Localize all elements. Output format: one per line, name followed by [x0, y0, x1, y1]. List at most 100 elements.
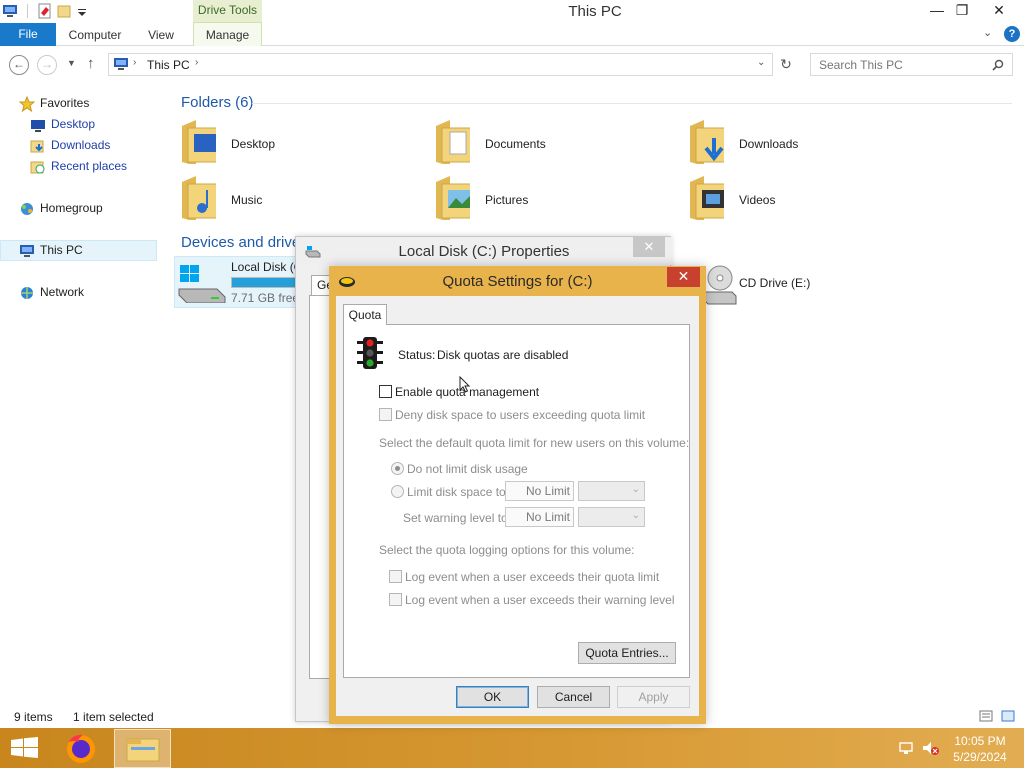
warning-level-label: Set warning level to	[403, 511, 508, 525]
downloads-folder-icon	[690, 120, 724, 164]
nav-network[interactable]: Network	[19, 282, 84, 302]
computer-icon	[20, 244, 34, 257]
documents-folder-icon	[436, 120, 470, 164]
ok-button[interactable]: OK	[456, 686, 529, 708]
tab-manage[interactable]: Manage	[193, 23, 262, 46]
folder-label: Downloads	[739, 137, 799, 151]
close-button[interactable]: ✕	[984, 0, 1014, 22]
tab-view[interactable]: View	[138, 23, 184, 46]
taskbar-file-explorer[interactable]	[114, 729, 171, 768]
quota-settings-dialog: Quota Settings for (C:) ✕ Quota Status: …	[329, 266, 706, 724]
up-button[interactable]: ↑	[87, 55, 95, 72]
folder-tile-videos[interactable]: Videos	[686, 174, 846, 224]
star-icon	[19, 95, 35, 112]
help-icon[interactable]: ?	[1004, 26, 1020, 42]
no-limit-radio[interactable]	[391, 462, 404, 478]
downloads-icon	[30, 140, 44, 153]
search-input[interactable]: Search This PC	[819, 58, 903, 72]
nav-item-downloads[interactable]: Downloads	[30, 135, 110, 155]
logging-caption: Select the quota logging options for thi…	[379, 543, 635, 557]
drive-name: CD Drive (E:)	[739, 276, 811, 290]
expand-ribbon-icon[interactable]: ⌄	[983, 26, 999, 42]
folder-tile-music[interactable]: Music	[178, 174, 338, 224]
forward-button[interactable]: →	[37, 55, 57, 75]
search-box[interactable]: Search This PC	[810, 53, 1013, 76]
desktop-icon	[31, 119, 45, 132]
folder-tile-pictures[interactable]: Pictures	[432, 174, 592, 224]
chevron-down-icon: ⌄	[631, 510, 640, 521]
nav-favorites-label: Favorites	[40, 96, 90, 110]
quota-title-bar[interactable]: Quota Settings for (C:) ✕	[329, 266, 706, 296]
folder-label: Pictures	[485, 193, 529, 207]
devices-group-header[interactable]: Devices and drives	[181, 234, 308, 251]
details-view-icon[interactable]	[979, 710, 993, 722]
nav-network-label: Network	[40, 285, 85, 299]
log-quota-limit-label: Log event when a user exceeds their quot…	[405, 570, 660, 584]
network-tray-icon[interactable]	[898, 740, 914, 756]
restore-button[interactable]: ❐	[947, 0, 977, 22]
properties-close-button[interactable]: ✕	[633, 237, 665, 257]
large-icons-view-icon[interactable]	[1001, 710, 1015, 722]
nav-item-recent-places[interactable]: Recent places	[30, 156, 127, 176]
window-title: This PC	[568, 3, 622, 20]
recent-locations-icon[interactable]: ▼	[67, 58, 76, 68]
breadcrumb-chevron-icon[interactable]: ›	[195, 57, 198, 68]
deny-disk-space-checkbox[interactable]	[379, 408, 392, 424]
cancel-button[interactable]: Cancel	[537, 686, 610, 708]
nav-favorites[interactable]: Favorites	[19, 93, 89, 113]
tab-file[interactable]: File	[0, 23, 56, 46]
nav-thispc[interactable]: This PC	[19, 240, 83, 260]
search-icon[interactable]	[992, 59, 1004, 71]
tab-quota[interactable]: Quota	[343, 304, 387, 325]
drive-tile-cd[interactable]: CD Drive (E:)	[702, 262, 832, 307]
drive-tile-local-disk[interactable]: Local Disk (C:) 7.71 GB free	[174, 256, 321, 308]
quota-tab-panel	[343, 324, 690, 678]
drive-free-space: 7.71 GB free	[231, 291, 300, 305]
address-bar[interactable]: › This PC › ⌄	[108, 53, 773, 76]
apply-button[interactable]: Apply	[617, 686, 690, 708]
breadcrumb-chevron-icon[interactable]: ›	[133, 57, 136, 68]
clock-time: 10:05 PM	[954, 734, 1006, 748]
limit-value-field[interactable]: No Limit	[505, 481, 574, 501]
windows-logo-icon	[11, 737, 38, 758]
deny-disk-space-label: Deny disk space to users exceeding quota…	[395, 408, 646, 422]
start-button[interactable]	[0, 728, 50, 768]
folders-group-header[interactable]: Folders (6)	[181, 94, 254, 111]
tab-computer[interactable]: Computer	[60, 23, 130, 46]
properties-title: Local Disk (C:) Properties	[398, 243, 570, 260]
folder-tile-downloads[interactable]: Downloads	[686, 118, 846, 168]
limit-disk-space-label: Limit disk space to	[407, 485, 506, 499]
chevron-down-icon: ⌄	[631, 484, 640, 495]
address-dropdown-icon[interactable]: ⌄	[757, 57, 765, 68]
folder-tile-documents[interactable]: Documents	[432, 118, 592, 168]
status-selection: 1 item selected	[73, 710, 154, 724]
limit-disk-space-radio[interactable]	[391, 485, 404, 501]
quota-entries-button[interactable]: Quota Entries...	[578, 642, 676, 664]
volume-muted-icon[interactable]	[921, 740, 939, 756]
title-bar: Drive Tools This PC — ❐ ✕	[0, 0, 1024, 23]
warning-unit-dropdown[interactable]: ⌄	[578, 507, 645, 527]
file-explorer-icon	[126, 738, 160, 762]
log-quota-limit-checkbox[interactable]	[389, 570, 402, 586]
tray-clock[interactable]: 10:05 PM 5/29/2024	[944, 733, 1016, 765]
quota-close-button[interactable]: ✕	[667, 267, 700, 287]
breadcrumb[interactable]: This PC	[147, 58, 190, 72]
enable-quota-checkbox[interactable]	[379, 385, 392, 401]
disk-usage-fill	[232, 278, 305, 287]
taskbar-firefox[interactable]	[63, 730, 99, 766]
nav-item-desktop[interactable]: Desktop	[30, 114, 95, 134]
limit-unit-dropdown[interactable]: ⌄	[578, 481, 645, 501]
homegroup-icon	[21, 202, 33, 215]
folder-label: Music	[231, 193, 263, 207]
properties-title-bar[interactable]: Local Disk (C:) Properties ✕	[296, 237, 672, 265]
log-warning-level-checkbox[interactable]	[389, 593, 402, 609]
warning-value-field[interactable]: No Limit	[505, 507, 574, 527]
folder-label: Documents	[485, 137, 546, 151]
back-button[interactable]: ←	[9, 55, 29, 75]
folder-label: Desktop	[231, 137, 276, 151]
nav-homegroup[interactable]: Homegroup	[19, 198, 103, 218]
status-label: Status:	[398, 348, 436, 362]
folder-tile-desktop[interactable]: Desktop	[178, 118, 338, 168]
pictures-folder-icon	[436, 176, 470, 220]
refresh-icon[interactable]: ↻	[776, 56, 796, 74]
